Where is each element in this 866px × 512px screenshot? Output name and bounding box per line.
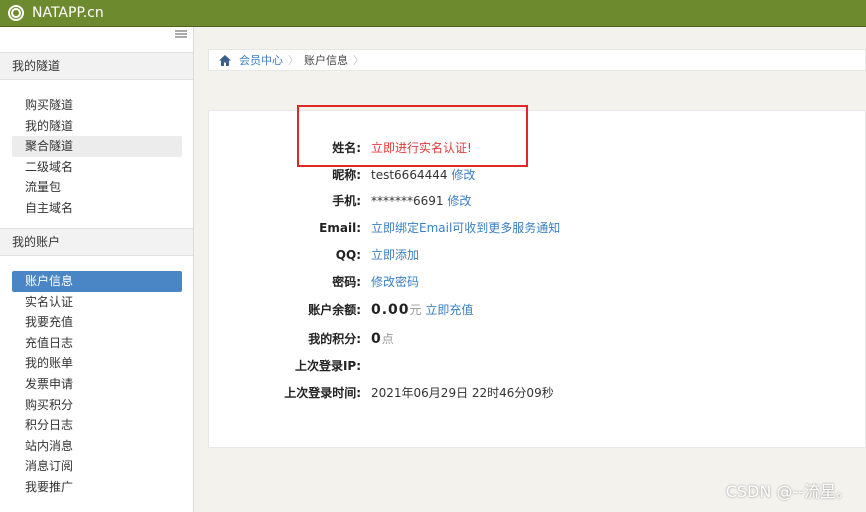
phone-text: *******6691	[371, 194, 444, 208]
sidebar-collapse-icon[interactable]	[175, 30, 187, 38]
label-email: Email:	[319, 221, 361, 235]
nickname-text: test6664444	[371, 168, 448, 182]
row-nickname: 昵称: test6664444 修改	[209, 165, 866, 185]
value-points: 0点	[371, 329, 394, 349]
brand-logo[interactable]: NATAPP.cn	[8, 4, 104, 22]
sidebar-item-bills[interactable]: 我的账单	[12, 353, 182, 374]
label-balance: 账户余额:	[308, 303, 361, 317]
add-qq-link[interactable]: 立即添加	[371, 245, 419, 265]
row-password: 密码: 修改密码	[209, 272, 866, 292]
sidebar-item-traffic-pack[interactable]: 流量包	[12, 177, 182, 198]
natapp-logo-icon	[8, 5, 24, 21]
section-header-account[interactable]: 我的账户	[0, 228, 193, 256]
sidebar-item-recharge-log[interactable]: 充值日志	[12, 333, 182, 354]
label-phone: 手机:	[332, 194, 361, 208]
sidebar-item-subdomain[interactable]: 二级域名	[12, 157, 182, 178]
change-password-link[interactable]: 修改密码	[371, 272, 419, 292]
home-icon[interactable]	[219, 54, 231, 66]
sidebar-item-recharge[interactable]: 我要充值	[12, 312, 182, 333]
value-phone: *******6691 修改	[371, 191, 471, 211]
sidebar-item-subscriptions[interactable]: 消息订阅	[12, 456, 182, 477]
label-password: 密码:	[332, 275, 361, 289]
row-phone: 手机: *******6691 修改	[209, 191, 866, 211]
sidebar-item-buy-tunnel[interactable]: 购买隧道	[12, 95, 182, 116]
sidebar-item-aggregate-tunnel[interactable]: 聚合隧道	[12, 136, 182, 157]
row-points: 我的积分: 0点	[209, 329, 866, 349]
row-last-ip: 上次登录IP:	[209, 356, 866, 376]
edit-nickname-link[interactable]: 修改	[451, 168, 475, 182]
edit-phone-link[interactable]: 修改	[447, 194, 471, 208]
top-bar: NATAPP.cn	[0, 0, 866, 27]
sidebar-item-my-tunnels[interactable]: 我的隧道	[12, 116, 182, 137]
label-nickname: 昵称:	[332, 168, 361, 182]
watermark: CSDN @--流星。	[725, 482, 852, 501]
sidebar-item-buy-points[interactable]: 购买积分	[12, 395, 182, 416]
section-header-tunnels[interactable]: 我的隧道	[0, 52, 193, 80]
label-points: 我的积分:	[308, 332, 361, 346]
value-last-login: 2021年06月29日 22时46分09秒	[371, 386, 554, 400]
breadcrumb: 会员中心 〉 账户信息 〉	[208, 49, 866, 71]
points-unit: 点	[381, 332, 394, 346]
label-last-ip: 上次登录IP:	[294, 359, 361, 373]
sidebar-item-referral[interactable]: 我要推广	[12, 477, 182, 498]
label-qq: QQ:	[335, 248, 361, 262]
balance-amount: 0.00	[371, 302, 410, 318]
menu-account: 账户信息 实名认证 我要充值 充值日志 我的账单 发票申请 购买积分 积分日志 …	[12, 271, 182, 498]
row-qq: QQ: 立即添加	[209, 245, 866, 265]
breadcrumb-separator-icon: 〉	[288, 54, 299, 67]
sidebar-item-custom-domain[interactable]: 自主域名	[12, 198, 182, 219]
bind-email-link[interactable]: 立即绑定Email可收到更多服务通知	[371, 218, 560, 238]
balance-unit: 元	[409, 303, 422, 317]
brand-name: NATAPP.cn	[32, 5, 104, 21]
sidebar-item-account-info[interactable]: 账户信息	[12, 271, 182, 292]
breadcrumb-separator-icon: 〉	[353, 54, 364, 67]
points-amount: 0	[371, 331, 382, 347]
breadcrumb-current: 账户信息	[304, 54, 348, 67]
row-balance: 账户余额: 0.00元 立即充值	[209, 300, 866, 320]
row-email: Email: 立即绑定Email可收到更多服务通知	[209, 218, 866, 238]
value-nickname: test6664444 修改	[371, 165, 475, 185]
sidebar-item-invoice[interactable]: 发票申请	[12, 374, 182, 395]
annotation-highlight-box	[297, 105, 528, 167]
sidebar-item-points-log[interactable]: 积分日志	[12, 415, 182, 436]
recharge-link[interactable]: 立即充值	[425, 303, 473, 317]
value-balance: 0.00元 立即充值	[371, 300, 473, 320]
sidebar: 我的隧道 购买隧道 我的隧道 聚合隧道 二级域名 流量包 自主域名 我的账户 账…	[0, 27, 194, 512]
breadcrumb-member-center[interactable]: 会员中心	[239, 52, 283, 68]
sidebar-item-verification[interactable]: 实名认证	[12, 292, 182, 313]
menu-tunnels: 购买隧道 我的隧道 聚合隧道 二级域名 流量包 自主域名	[12, 95, 182, 219]
row-last-login: 上次登录时间: 2021年06月29日 22时46分09秒	[209, 383, 866, 403]
sidebar-item-messages[interactable]: 站内消息	[12, 436, 182, 457]
label-last-login: 上次登录时间:	[284, 386, 361, 400]
